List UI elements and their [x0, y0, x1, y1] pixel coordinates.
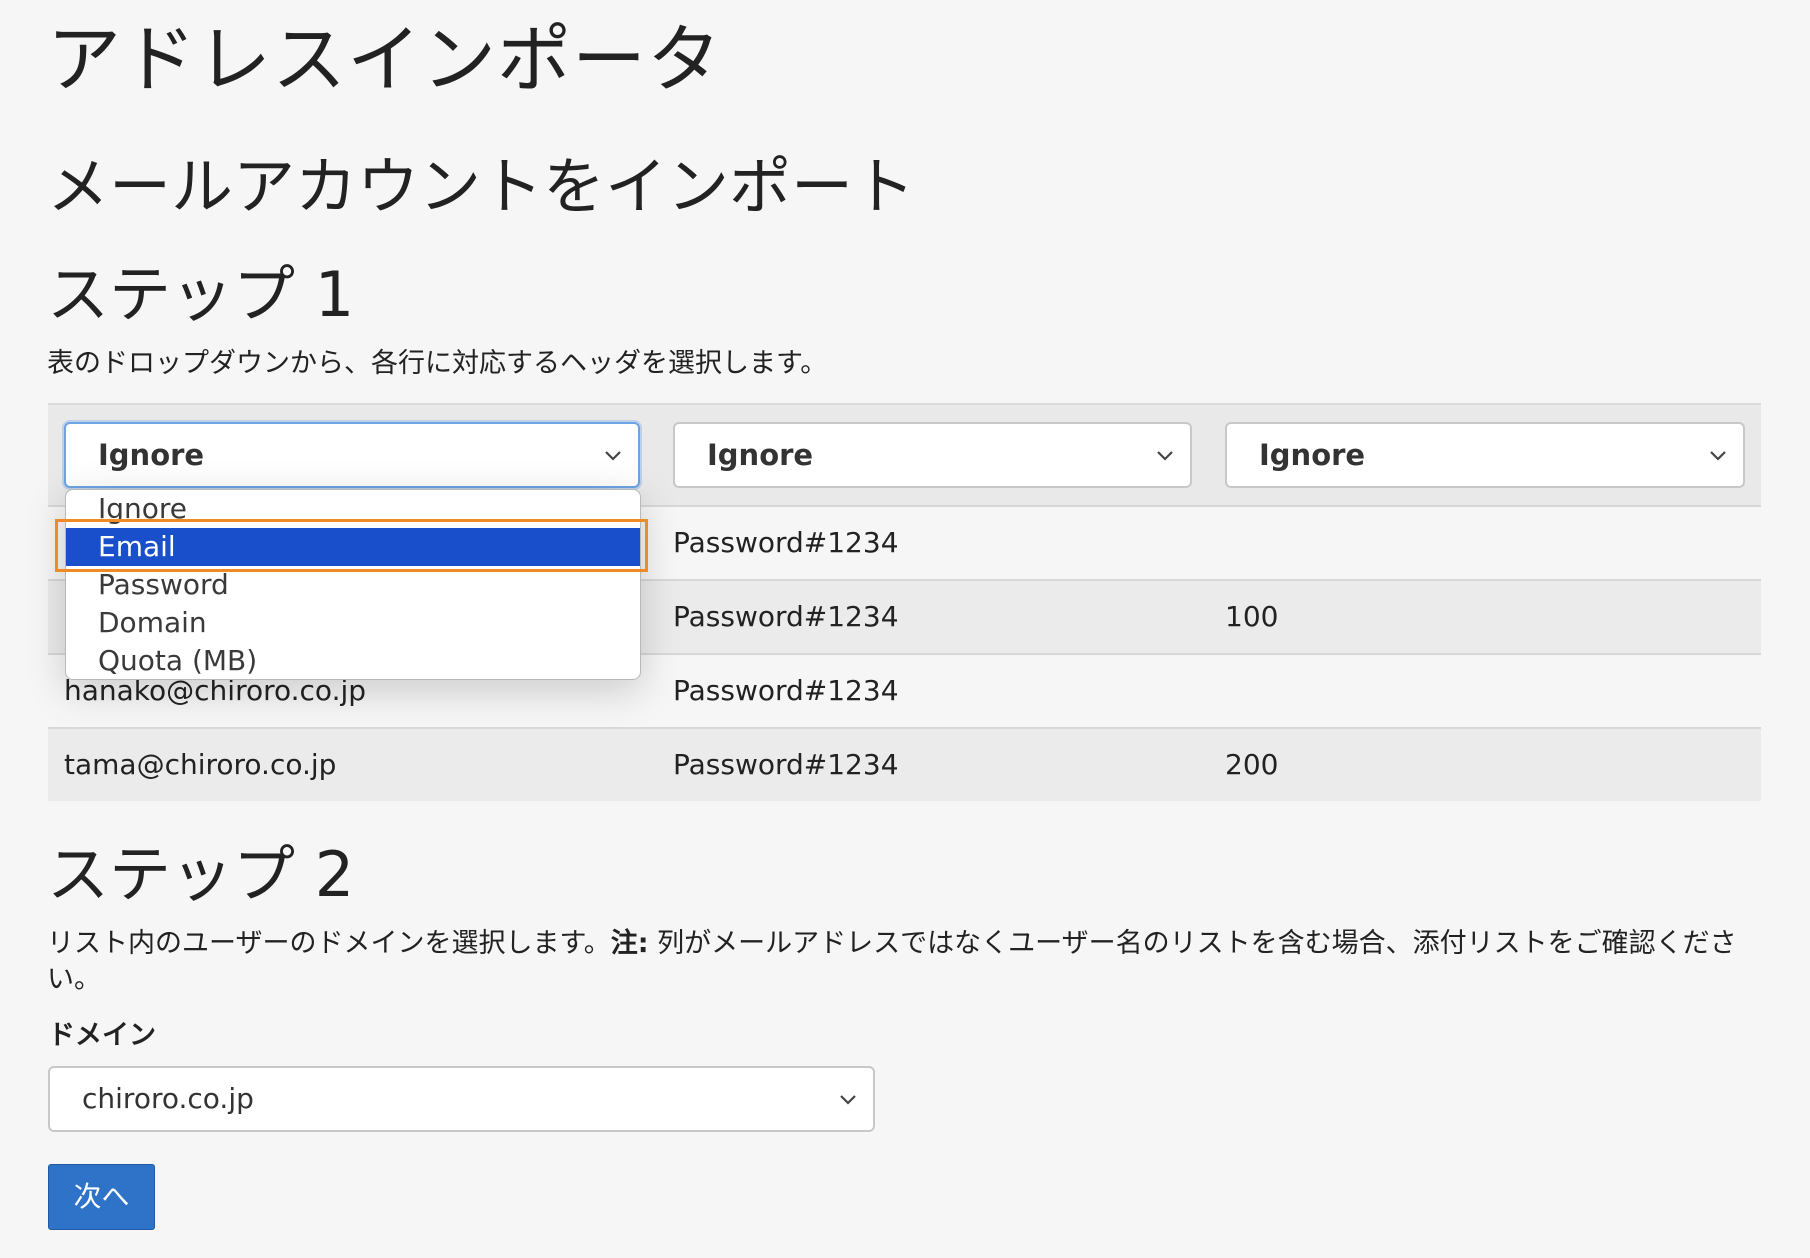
- next-button[interactable]: 次へ: [48, 1164, 155, 1230]
- email-option-highlight: [55, 519, 648, 572]
- step1-description: 表のドロップダウンから、各行に対応するヘッダを選択します。: [47, 348, 828, 379]
- chevron-down-icon: [605, 451, 621, 461]
- table-cell: Password#1234: [673, 526, 899, 559]
- table-row: tama@chiroro.co.jp Password#1234 200: [48, 727, 1761, 801]
- domain-select[interactable]: chiroro.co.jp: [48, 1066, 875, 1132]
- column-1-dropdown-list: Ignore Email Password Domain Quota (MB): [65, 489, 641, 680]
- domain-select-value: chiroro.co.jp: [82, 1082, 254, 1115]
- domain-label: ドメイン: [48, 1020, 156, 1051]
- table-cell: 100: [1225, 600, 1279, 633]
- table-cell: Password#1234: [673, 600, 899, 633]
- table-cell: Password#1234: [673, 748, 899, 781]
- step2-description: リスト内のユーザーのドメインを選択します。注: 列がメールアドレスではなくユーザ…: [47, 926, 1767, 998]
- step2-description-text: リスト内のユーザーのドメインを選択します。: [47, 928, 611, 959]
- column-2-select-value: Ignore: [707, 438, 814, 472]
- section-title: メールアカウントをインポート: [47, 150, 916, 223]
- chevron-down-icon: [1710, 451, 1726, 461]
- table-cell: Password#1234: [673, 674, 899, 707]
- step2-title: ステップ 2: [47, 838, 355, 911]
- chevron-down-icon: [840, 1095, 856, 1105]
- table-cell: 200: [1225, 748, 1279, 781]
- dropdown-option-domain[interactable]: Domain: [66, 604, 640, 642]
- column-3-select[interactable]: Ignore: [1225, 422, 1745, 488]
- column-1-select[interactable]: Ignore: [64, 422, 640, 488]
- page-title: アドレスインポータ: [47, 17, 722, 103]
- table-cell: tama@chiroro.co.jp: [64, 748, 337, 781]
- column-1-select-value: Ignore: [98, 438, 205, 472]
- column-2-select[interactable]: Ignore: [673, 422, 1192, 488]
- note-label: 注:: [610, 928, 649, 959]
- column-3-select-value: Ignore: [1259, 438, 1366, 472]
- step1-title: ステップ 1: [47, 258, 355, 331]
- chevron-down-icon: [1157, 451, 1173, 461]
- dropdown-option-quota[interactable]: Quota (MB): [66, 642, 640, 679]
